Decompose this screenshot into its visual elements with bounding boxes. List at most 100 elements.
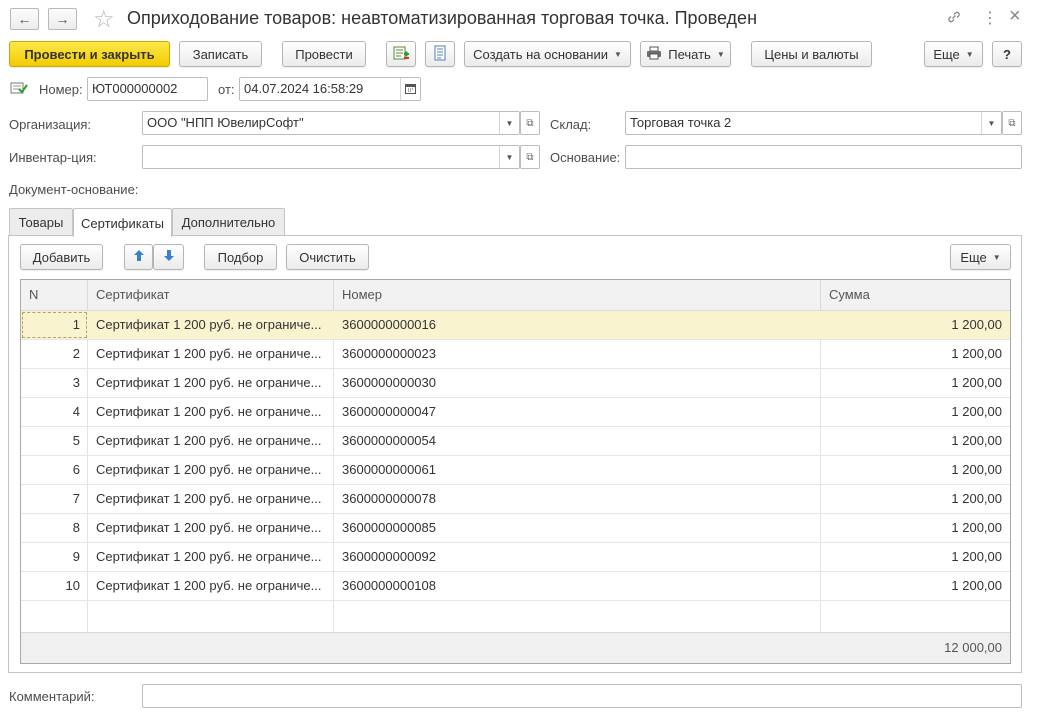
- sum-cell: 1 200,00: [951, 433, 1002, 448]
- create-based-on-button[interactable]: Создать на основании ▼: [464, 41, 631, 67]
- number-cell: 3600000000078: [342, 491, 436, 506]
- comment-field[interactable]: [142, 684, 1022, 708]
- move-down-button[interactable]: [153, 244, 184, 270]
- clear-button[interactable]: Очистить: [286, 244, 369, 270]
- organization-dropdown-button[interactable]: ▼: [499, 112, 519, 134]
- post-button[interactable]: Провести: [282, 41, 366, 67]
- add-button[interactable]: Добавить: [20, 244, 103, 270]
- inventory-open-button[interactable]: ⧉: [520, 145, 540, 169]
- move-up-button[interactable]: [124, 244, 153, 270]
- table-row[interactable]: 7 Сертификат 1 200 руб. не ограниче... 360…: [21, 485, 1010, 514]
- favorite-star-icon[interactable]: ☆: [93, 5, 115, 34]
- number-cell: 3600000000054: [342, 433, 436, 448]
- back-button[interactable]: ←: [10, 8, 39, 30]
- sum-cell: 1 200,00: [951, 317, 1002, 332]
- close-icon[interactable]: ×: [1009, 5, 1021, 28]
- sum-cell: 1 200,00: [951, 462, 1002, 477]
- chevron-down-icon: ▼: [987, 118, 996, 128]
- inventory-label: Инвентар-ция:: [9, 150, 97, 165]
- number-cell: 3600000000023: [342, 346, 436, 361]
- column-header-n[interactable]: N: [21, 280, 88, 310]
- inventory-dropdown-button[interactable]: ▼: [499, 146, 519, 168]
- number-cell: 3600000000085: [342, 520, 436, 535]
- comment-label: Комментарий:: [9, 689, 95, 704]
- dropdown-caret-icon: ▼: [613, 49, 622, 59]
- column-header-number[interactable]: Номер: [334, 280, 821, 310]
- tab-goods[interactable]: Товары: [9, 208, 73, 236]
- inventory-field[interactable]: ▼: [142, 145, 520, 169]
- sum-cell: 1 200,00: [951, 375, 1002, 390]
- table-row[interactable]: 8 Сертификат 1 200 руб. не ограниче... 360…: [21, 514, 1010, 543]
- column-header-sum[interactable]: Сумма: [821, 280, 1010, 310]
- more-button[interactable]: Еще ▼: [924, 41, 983, 67]
- row-number-cell: 2: [72, 346, 80, 361]
- number-field[interactable]: ЮТ000000002: [87, 77, 208, 101]
- open-window-icon: ⧉: [526, 117, 534, 129]
- sum-cell: 1 200,00: [951, 520, 1002, 535]
- movements-report-button[interactable]: [386, 41, 416, 67]
- tab-certificates[interactable]: Сертификаты: [73, 208, 172, 237]
- more-label: Еще: [933, 46, 960, 62]
- window-title: Оприходование товаров: неавтоматизирован…: [127, 8, 758, 28]
- warehouse-dropdown-button[interactable]: ▼: [981, 112, 1001, 134]
- sum-cell: 1 200,00: [951, 491, 1002, 506]
- certificate-cell: Сертификат 1 200 руб. не ограниче...: [96, 375, 322, 390]
- row-number-cell: 7: [72, 491, 80, 506]
- table-row[interactable]: 9 Сертификат 1 200 руб. не ограниче... 360…: [21, 543, 1010, 572]
- certificate-cell: Сертификат 1 200 руб. не ограниче...: [96, 491, 322, 506]
- dropdown-caret-icon: ▼: [716, 49, 725, 59]
- table-row[interactable]: 6 Сертификат 1 200 руб. не ограниче... 360…: [21, 456, 1010, 485]
- table-row[interactable]: 1 Сертификат 1 200 руб. не ограниче... 360…: [21, 311, 1010, 340]
- print-button[interactable]: Печать ▼: [640, 41, 731, 67]
- table-row[interactable]: 4 Сертификат 1 200 руб. не ограниче... 360…: [21, 398, 1010, 427]
- table-row[interactable]: 5 Сертификат 1 200 руб. не ограниче... 360…: [21, 427, 1010, 456]
- organization-value: ООО "НПП ЮвелирСофт": [147, 115, 304, 130]
- certificates-table[interactable]: N Сертификат Номер Сумма 1 Сертификат 1 2…: [20, 279, 1011, 664]
- table-footer: 12 000,00: [21, 632, 1010, 663]
- row-number-cell: 8: [72, 520, 80, 535]
- organization-field[interactable]: ООО "НПП ЮвелирСофт" ▼: [142, 111, 520, 135]
- help-button[interactable]: ?: [992, 41, 1022, 67]
- organization-open-button[interactable]: ⧉: [520, 111, 540, 135]
- basis-field[interactable]: [625, 145, 1022, 169]
- number-cell: 3600000000016: [342, 317, 436, 332]
- posted-status-icon: [10, 81, 28, 98]
- tab-additional[interactable]: Дополнительно: [172, 208, 285, 236]
- row-number-cell: 9: [72, 549, 80, 564]
- calendar-button[interactable]: [400, 78, 420, 100]
- select-button[interactable]: Подбор: [204, 244, 277, 270]
- forward-button[interactable]: →: [48, 8, 77, 30]
- more-vertical-icon[interactable]: ⋮: [982, 8, 998, 28]
- save-button[interactable]: Записать: [179, 41, 262, 67]
- dropdown-caret-icon: ▼: [992, 252, 1001, 262]
- date-label: от:: [218, 82, 235, 97]
- date-field[interactable]: 04.07.2024 16:58:29: [239, 77, 421, 101]
- warehouse-field[interactable]: Торговая точка 2 ▼: [625, 111, 1002, 135]
- table-more-label: Еще: [960, 249, 987, 265]
- row-number-cell: 3: [72, 375, 80, 390]
- arrow-up-icon: [133, 249, 145, 265]
- table-row[interactable]: 3 Сертификат 1 200 руб. не ограниче... 360…: [21, 369, 1010, 398]
- row-number-cell: 6: [72, 462, 80, 477]
- table-more-button[interactable]: Еще ▼: [950, 244, 1011, 270]
- table-row[interactable]: 10 Сертификат 1 200 руб. не ограниче... 36…: [21, 572, 1010, 601]
- post-and-close-button[interactable]: Провести и закрыть: [9, 41, 170, 67]
- chevron-down-icon: ▼: [505, 118, 514, 128]
- chevron-down-icon: ▼: [505, 152, 514, 162]
- number-cell: 3600000000092: [342, 549, 436, 564]
- number-label: Номер:: [39, 82, 83, 97]
- certificate-cell: Сертификат 1 200 руб. не ограниче...: [96, 462, 322, 477]
- certificate-cell: Сертификат 1 200 руб. не ограниче...: [96, 578, 322, 593]
- prices-currencies-button[interactable]: Цены и валюты: [751, 41, 872, 67]
- dropdown-caret-icon: ▼: [965, 49, 974, 59]
- open-window-icon: ⧉: [1008, 117, 1016, 129]
- link-icon[interactable]: [946, 9, 962, 30]
- certificate-cell: Сертификат 1 200 руб. не ограниче...: [96, 404, 322, 419]
- arrow-down-icon: [163, 249, 175, 265]
- table-row[interactable]: 2 Сертификат 1 200 руб. не ограниче... 360…: [21, 340, 1010, 369]
- document-movements-icon: [392, 45, 410, 64]
- sum-cell: 1 200,00: [951, 549, 1002, 564]
- warehouse-open-button[interactable]: ⧉: [1002, 111, 1022, 135]
- journal-button[interactable]: [425, 41, 455, 67]
- column-header-certificate[interactable]: Сертификат: [88, 280, 334, 310]
